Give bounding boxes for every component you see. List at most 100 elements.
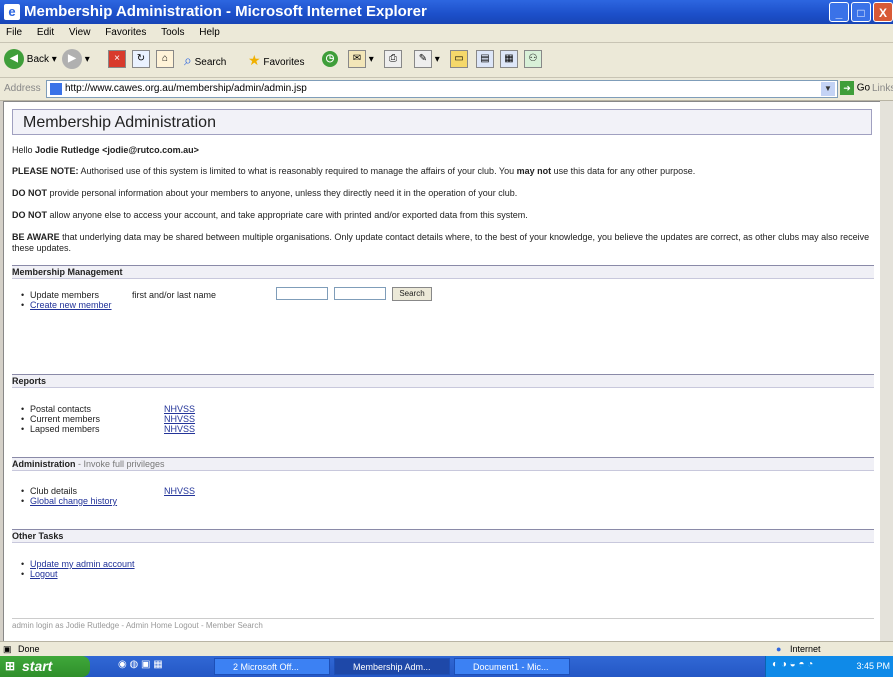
go-button[interactable]: ➜ Go xyxy=(840,81,870,95)
lapsed-members-label: Lapsed members xyxy=(30,424,100,434)
tray-icons[interactable]: ◐ ◑ ◒ ◓ ◔ xyxy=(772,659,813,670)
menu-favorites[interactable]: Favorites xyxy=(99,24,152,38)
lapsed-members-link[interactable]: NHVSS xyxy=(164,424,195,434)
links-button[interactable]: Links xyxy=(872,83,893,94)
go-label: Go xyxy=(856,82,871,94)
discuss-button[interactable]: ▤ xyxy=(476,48,494,72)
first-name-input[interactable] xyxy=(276,287,328,300)
window-titlebar: e Membership Administration - Microsoft … xyxy=(0,0,893,24)
research-button[interactable]: ▦ xyxy=(500,48,518,72)
list-item-global-history: • Global change history xyxy=(21,496,117,506)
global-history-link[interactable]: Global change history xyxy=(30,496,117,506)
folder-button[interactable]: ▭ xyxy=(450,48,468,72)
back-button[interactable]: ◀ Back ▾ xyxy=(4,48,57,72)
postal-contacts-label: Postal contacts xyxy=(30,404,92,414)
notice-4-strong: BE AWARE xyxy=(12,232,60,242)
status-bar: ▣ Done ● Internet xyxy=(0,641,893,656)
status-text: Done xyxy=(18,644,40,654)
administration-title: Administration xyxy=(12,459,76,469)
home-button[interactable]: ⌂ xyxy=(156,48,174,72)
menu-view[interactable]: View xyxy=(63,24,97,38)
forward-arrow-icon: ▶ xyxy=(62,49,82,70)
lapsed-members-club-link[interactable]: NHVSS xyxy=(164,424,195,434)
logout-link[interactable]: Logout xyxy=(30,569,58,579)
notice-account-access: DO NOT allow anyone else to access your … xyxy=(12,210,874,221)
window-title: Membership Administration - Microsoft In… xyxy=(24,3,427,20)
create-member-link[interactable]: Create new member xyxy=(30,300,112,310)
current-members-club-link[interactable]: NHVSS xyxy=(164,414,195,424)
bullet: • xyxy=(21,300,25,310)
edit-button[interactable]: ✎ ▾ xyxy=(414,48,440,72)
club-details-link[interactable]: NHVSS xyxy=(164,486,195,496)
quick-launch[interactable]: ◉ ◍ ▣ ▦ xyxy=(118,659,163,670)
bullet: • xyxy=(21,424,25,434)
edit-icon: ✎ xyxy=(414,50,432,69)
postal-contacts-link[interactable]: NHVSS xyxy=(164,404,195,414)
history-button[interactable]: ◷ xyxy=(322,48,338,72)
list-item-postal-contacts: • Postal contacts xyxy=(21,404,92,414)
menu-help[interactable]: Help xyxy=(193,24,226,38)
address-bar: Address http://www.cawes.org.au/membersh… xyxy=(0,78,893,101)
list-item-club-details: • Club details xyxy=(21,486,78,496)
greeting: Hello Jodie Rutledge <jodie@rutco.com.au… xyxy=(12,145,874,156)
forward-button[interactable]: ▶ ▾ xyxy=(62,48,90,72)
taskbar-item-membership-admin[interactable]: Membership Adm... xyxy=(334,658,450,675)
club-details-club-link[interactable]: NHVSS xyxy=(164,486,195,496)
notice-1-text-b: use this data for any other purpose. xyxy=(551,166,696,176)
notice-be-aware: BE AWARE that underlying data may be sha… xyxy=(12,232,874,254)
maximize-button[interactable]: □ xyxy=(851,2,871,22)
print-button[interactable]: ⎙ xyxy=(384,48,402,72)
bullet: • xyxy=(21,290,25,300)
stop-button[interactable]: × xyxy=(108,48,126,72)
back-label: Back xyxy=(26,54,50,65)
go-arrow-icon: ➜ xyxy=(840,81,854,95)
stop-icon: × xyxy=(108,50,126,69)
postal-contacts-club-link[interactable]: NHVSS xyxy=(164,404,195,414)
club-details-label: Club details xyxy=(30,486,78,496)
research-icon: ▦ xyxy=(500,50,518,69)
last-name-input[interactable] xyxy=(334,287,386,300)
user-email: <jodie@rutco.com.au> xyxy=(102,145,199,155)
notice-1-text-a: Authorised use of this system is limited… xyxy=(78,166,517,176)
favorites-button[interactable]: ★ Favorites xyxy=(248,48,304,72)
close-button[interactable]: X xyxy=(873,2,893,22)
section-administration: Administration - Invoke full privileges xyxy=(12,457,874,471)
start-button[interactable]: ⊞ start xyxy=(0,656,90,677)
refresh-button[interactable]: ↻ xyxy=(132,48,150,72)
security-zone: Internet xyxy=(790,644,821,654)
vertical-scrollbar[interactable] xyxy=(880,101,893,641)
list-item-update-members: • Update members xyxy=(21,290,99,300)
favorites-label: Favorites xyxy=(263,57,305,68)
notice-1-strong: PLEASE NOTE: xyxy=(12,166,79,176)
page-title: Membership Administration xyxy=(12,109,872,135)
folder-icon: ▭ xyxy=(450,50,468,69)
list-item-lapsed-members: • Lapsed members xyxy=(21,424,100,434)
star-icon: ★ xyxy=(248,52,261,68)
minimize-button[interactable]: _ xyxy=(829,2,849,22)
clock: 3:45 PM xyxy=(856,661,890,671)
section-membership-management: Membership Management xyxy=(12,265,874,279)
mail-button[interactable]: ✉ ▾ xyxy=(348,48,374,72)
update-account-link[interactable]: Update my admin account xyxy=(30,559,135,569)
bullet: • xyxy=(21,414,25,424)
current-members-link[interactable]: NHVSS xyxy=(164,414,195,424)
discuss-icon: ▤ xyxy=(476,50,494,69)
invoke-privileges-link[interactable]: - Invoke full privileges xyxy=(76,459,165,469)
messenger-button[interactable]: ⚇ xyxy=(524,48,542,72)
menu-edit[interactable]: Edit xyxy=(31,24,60,38)
ie-app-icon: e xyxy=(4,4,20,20)
menu-file[interactable]: File xyxy=(0,24,28,38)
search-members-button[interactable]: Search xyxy=(392,287,432,301)
section-other-tasks: Other Tasks xyxy=(12,529,874,543)
address-dropdown-icon[interactable]: ▼ xyxy=(821,82,835,96)
windows-logo-icon: ⊞ xyxy=(5,659,16,673)
menu-tools[interactable]: Tools xyxy=(155,24,190,38)
print-icon: ⎙ xyxy=(384,50,402,69)
search-button[interactable]: ⌕ Search xyxy=(184,48,226,72)
refresh-icon: ↻ xyxy=(132,50,150,69)
notice-2-text: provide personal information about your … xyxy=(47,188,518,198)
taskbar-item-document1[interactable]: Document1 - Mic... xyxy=(454,658,570,675)
page-content: Membership Administration Hello Jodie Ru… xyxy=(3,101,881,643)
address-input[interactable]: http://www.cawes.org.au/membership/admin… xyxy=(46,80,838,98)
taskbar-item-office[interactable]: 2 Microsoft Off... xyxy=(214,658,330,675)
